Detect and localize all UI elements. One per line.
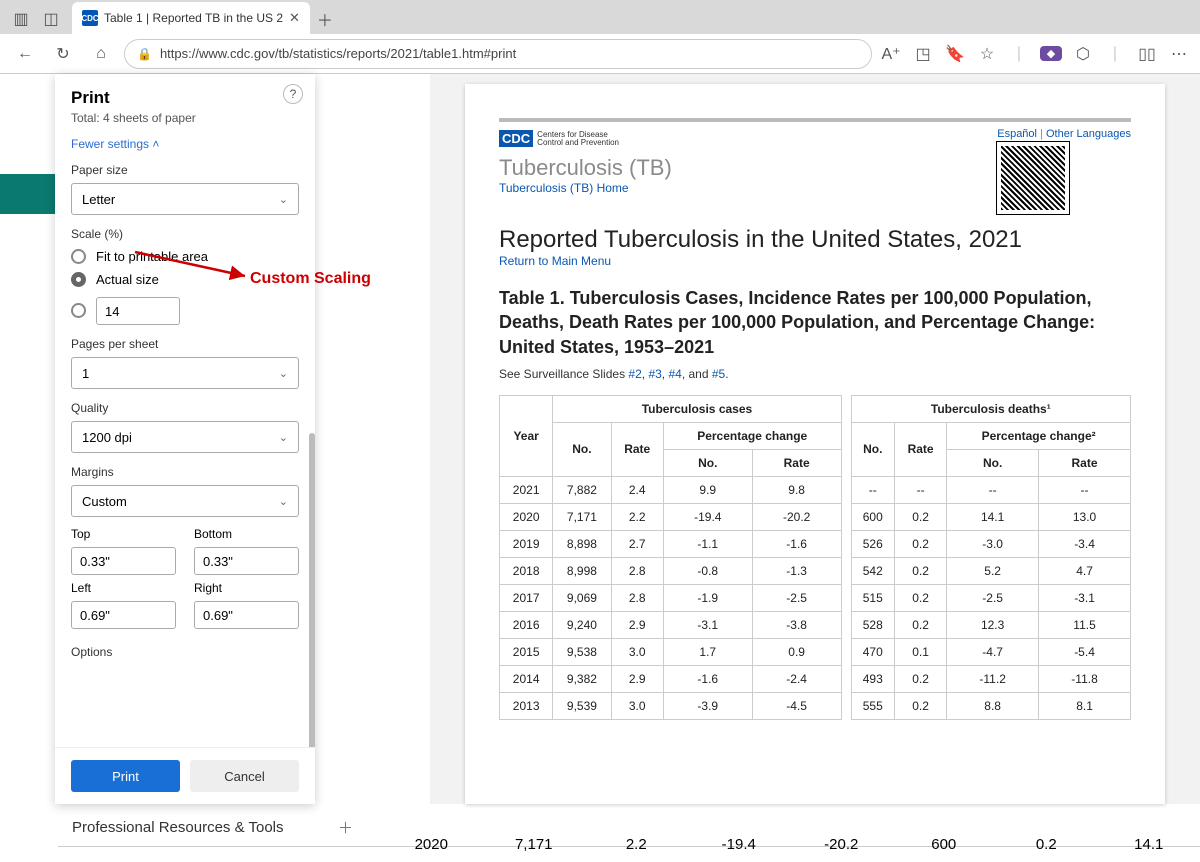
chevron-up-icon: ˄ bbox=[152, 137, 159, 151]
th-year: Year bbox=[500, 395, 553, 476]
margin-right-label: Right bbox=[194, 581, 299, 595]
chevron-down-icon: ⌄ bbox=[279, 193, 288, 206]
preview-page: CDC Centers for DiseaseControl and Preve… bbox=[465, 84, 1165, 804]
favorite-icon[interactable]: ☆ bbox=[976, 44, 998, 64]
scale-custom-radio[interactable] bbox=[71, 295, 299, 325]
annotation-arrow-icon bbox=[125, 244, 265, 284]
slide-link[interactable]: #3 bbox=[648, 367, 661, 381]
scale-label: Scale (%) bbox=[71, 227, 299, 241]
cdc-logo: CDC Centers for DiseaseControl and Preve… bbox=[499, 130, 672, 147]
content-area: Professional Resources & Tools＋ Publicat… bbox=[0, 74, 1200, 862]
margins-label: Margins bbox=[71, 465, 299, 479]
table-row: 20188,9982.8-0.8-1.35420.25.24.7 bbox=[500, 557, 1131, 584]
qr-code-icon bbox=[997, 142, 1069, 214]
print-dialog: Print Total: 4 sheets of paper ? Fewer s… bbox=[55, 74, 315, 804]
read-aloud-icon[interactable]: A⁺ bbox=[880, 44, 902, 64]
data-table: Year Tuberculosis cases Tuberculosis dea… bbox=[499, 395, 1131, 720]
translate-icon[interactable]: ◳ bbox=[912, 44, 934, 64]
shopping-icon[interactable]: 🔖 bbox=[944, 44, 966, 64]
annotation-label: Custom Scaling bbox=[250, 270, 371, 288]
paper-size-label: Paper size bbox=[71, 163, 299, 177]
options-label: Options bbox=[71, 645, 299, 659]
favicon-icon: CDC bbox=[82, 10, 98, 26]
scrollbar-thumb[interactable] bbox=[309, 433, 315, 747]
th-deaths: Tuberculosis deaths¹ bbox=[851, 395, 1130, 422]
slide-link[interactable]: #4 bbox=[668, 367, 681, 381]
browser-toolbar: ← ↻ ⌂ 🔒 https://www.cdc.gov/tb/statistic… bbox=[0, 34, 1200, 74]
browser-tab[interactable]: CDC Table 1 | Reported TB in the US 2 ✕ bbox=[72, 2, 310, 34]
tb-home-link[interactable]: Tuberculosis (TB) Home bbox=[499, 181, 672, 195]
return-link[interactable]: Return to Main Menu bbox=[499, 254, 1131, 268]
new-tab-button[interactable]: ＋ bbox=[310, 4, 340, 34]
margin-left-label: Left bbox=[71, 581, 176, 595]
table-title: Table 1. Tuberculosis Cases, Incidence R… bbox=[499, 286, 1131, 359]
extension-icon[interactable]: ◆ bbox=[1040, 46, 1062, 61]
tab-actions-icon[interactable]: ▥ bbox=[6, 4, 36, 34]
page-accent bbox=[0, 174, 60, 214]
more-icon[interactable]: ⋯ bbox=[1168, 44, 1190, 64]
print-button[interactable]: Print bbox=[71, 760, 180, 792]
chevron-down-icon: ⌄ bbox=[279, 367, 288, 380]
fewer-settings-link[interactable]: Fewer settings ˄ bbox=[71, 137, 299, 151]
cancel-button[interactable]: Cancel bbox=[190, 760, 299, 792]
pps-label: Pages per sheet bbox=[71, 337, 299, 351]
margin-top-label: Top bbox=[71, 527, 176, 541]
back-button[interactable]: ← bbox=[10, 39, 40, 69]
table-row: 20179,0692.8-1.9-2.55150.2-2.5-3.1 bbox=[500, 584, 1131, 611]
toolbar-right: A⁺ ◳ 🔖 ☆ | ◆ ⬡ | ▯▯ ⋯ bbox=[880, 44, 1190, 64]
print-title: Print bbox=[71, 88, 299, 108]
pps-select[interactable]: 1⌄ bbox=[71, 357, 299, 389]
quality-label: Quality bbox=[71, 401, 299, 415]
report-title: Reported Tuberculosis in the United Stat… bbox=[499, 226, 1131, 254]
collections-icon[interactable]: ▯▯ bbox=[1136, 44, 1158, 64]
paper-size-select[interactable]: Letter⌄ bbox=[71, 183, 299, 215]
tb-heading: Tuberculosis (TB) bbox=[499, 155, 672, 181]
underlying-table-row: 20207,1712.2 -19.4-20.2600 0.214.1 bbox=[380, 824, 1200, 862]
th-cases: Tuberculosis cases bbox=[553, 395, 841, 422]
home-button[interactable]: ⌂ bbox=[86, 39, 116, 69]
scale-custom-input[interactable] bbox=[96, 297, 180, 325]
print-subtitle: Total: 4 sheets of paper bbox=[71, 111, 299, 125]
table-row: 20207,1712.2-19.4-20.26000.214.113.0 bbox=[500, 503, 1131, 530]
margin-bottom-input[interactable] bbox=[194, 547, 299, 575]
margin-left-input[interactable] bbox=[71, 601, 176, 629]
chevron-down-icon: ⌄ bbox=[279, 431, 288, 444]
address-bar[interactable]: 🔒 https://www.cdc.gov/tb/statistics/repo… bbox=[124, 39, 872, 69]
browser-titlebar: ▥ ◫ CDC Table 1 | Reported TB in the US … bbox=[0, 0, 1200, 34]
quality-select[interactable]: 1200 dpi⌄ bbox=[71, 421, 299, 453]
slides-links: See Surveillance Slides #2, #3, #4, and … bbox=[499, 367, 1131, 381]
language-links[interactable]: Español | Other Languages bbox=[997, 128, 1131, 140]
tab-title: Table 1 | Reported TB in the US 2 bbox=[104, 11, 283, 25]
slide-link[interactable]: #2 bbox=[628, 367, 641, 381]
refresh-button[interactable]: ↻ bbox=[48, 39, 78, 69]
expand-icon[interactable]: ＋ bbox=[338, 817, 353, 838]
extensions-menu-icon[interactable]: ⬡ bbox=[1072, 44, 1094, 64]
chevron-down-icon: ⌄ bbox=[279, 495, 288, 508]
url-text: https://www.cdc.gov/tb/statistics/report… bbox=[160, 46, 516, 61]
help-button[interactable]: ? bbox=[283, 84, 303, 104]
margin-right-input[interactable] bbox=[194, 601, 299, 629]
margins-select[interactable]: Custom⌄ bbox=[71, 485, 299, 517]
table-row: 20169,2402.9-3.1-3.85280.212.311.5 bbox=[500, 611, 1131, 638]
print-preview: CDC Centers for DiseaseControl and Preve… bbox=[430, 74, 1200, 804]
tab-overview-icon[interactable]: ◫ bbox=[36, 4, 66, 34]
margin-top-input[interactable] bbox=[71, 547, 176, 575]
table-row: 20217,8822.49.99.8-------- bbox=[500, 476, 1131, 503]
table-row: 20139,5393.0-3.9-4.55550.28.88.1 bbox=[500, 692, 1131, 719]
table-row: 20198,8982.7-1.1-1.65260.2-3.0-3.4 bbox=[500, 530, 1131, 557]
table-row: 20159,5383.01.70.94700.1-4.7-5.4 bbox=[500, 638, 1131, 665]
table-row: 20149,3822.9-1.6-2.44930.2-11.2-11.8 bbox=[500, 665, 1131, 692]
lock-icon: 🔒 bbox=[137, 47, 152, 61]
margin-bottom-label: Bottom bbox=[194, 527, 299, 541]
slide-link[interactable]: #5 bbox=[712, 367, 725, 381]
close-tab-icon[interactable]: ✕ bbox=[289, 10, 300, 26]
